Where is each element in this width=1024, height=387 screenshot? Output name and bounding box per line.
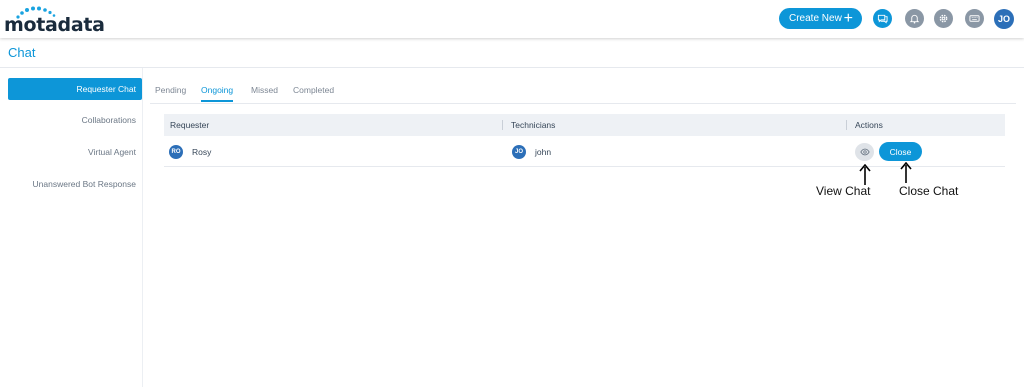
page-title: Chat xyxy=(8,45,36,60)
create-new-button[interactable]: Create New + xyxy=(779,8,862,29)
user-avatar[interactable]: JO xyxy=(994,9,1014,29)
column-header-actions: Actions xyxy=(855,120,883,130)
logo-text: motadata xyxy=(4,14,105,36)
sidebar-item-virtual-agent[interactable]: Virtual Agent xyxy=(8,141,142,163)
close-chat-arrow-icon xyxy=(900,162,912,183)
column-header-requester[interactable]: Requester xyxy=(170,114,209,136)
close-chat-annotation: Close Chat xyxy=(899,184,959,198)
column-header-technicians[interactable]: Technicians xyxy=(511,114,555,136)
eye-icon xyxy=(859,148,870,156)
column-separator xyxy=(846,120,847,130)
tab-completed[interactable]: Completed xyxy=(293,80,334,102)
table-header: Requester Technicians Actions xyxy=(164,114,1005,136)
tab-missed[interactable]: Missed xyxy=(251,80,278,102)
tab-ongoing[interactable]: Ongoing xyxy=(201,80,234,102)
chat-icon[interactable] xyxy=(873,9,892,28)
requester-cell: RO Rosy xyxy=(169,136,211,167)
sidebar-item-collaborations[interactable]: Collaborations xyxy=(8,109,142,131)
requester-name[interactable]: Rosy xyxy=(192,147,211,157)
table-row: RO Rosy JO john Close xyxy=(164,136,1005,167)
view-chat-arrow-icon xyxy=(859,164,871,185)
tab-pending[interactable]: Pending xyxy=(155,80,186,102)
keyboard-icon[interactable] xyxy=(965,9,984,28)
view-chat-annotation: View Chat xyxy=(816,184,871,198)
tabs-divider xyxy=(150,103,1016,104)
sidebar: Requester Chat Collaborations Virtual Ag… xyxy=(0,68,143,387)
title-divider xyxy=(0,67,1024,68)
technician-cell: JO john xyxy=(512,136,551,167)
motadata-logo[interactable]: motadata xyxy=(4,6,105,36)
sidebar-item-requester-chat[interactable]: Requester Chat xyxy=(8,78,142,100)
technician-avatar: JO xyxy=(512,144,526,159)
bell-icon[interactable] xyxy=(905,9,924,28)
technician-name[interactable]: john xyxy=(535,147,551,157)
close-chat-button[interactable]: Close xyxy=(879,142,922,161)
create-new-label: Create New xyxy=(789,13,842,24)
column-separator xyxy=(502,120,503,130)
sidebar-item-unanswered-bot-response[interactable]: Unanswered Bot Response xyxy=(8,173,142,195)
requester-avatar: RO xyxy=(169,144,183,159)
view-chat-button[interactable] xyxy=(855,143,874,161)
gear-icon[interactable] xyxy=(934,9,953,28)
plus-icon: + xyxy=(843,10,853,27)
top-bar: motadata Create New + JO xyxy=(0,0,1024,38)
chat-table: Requester Technicians Actions RO Rosy JO… xyxy=(164,114,1005,167)
